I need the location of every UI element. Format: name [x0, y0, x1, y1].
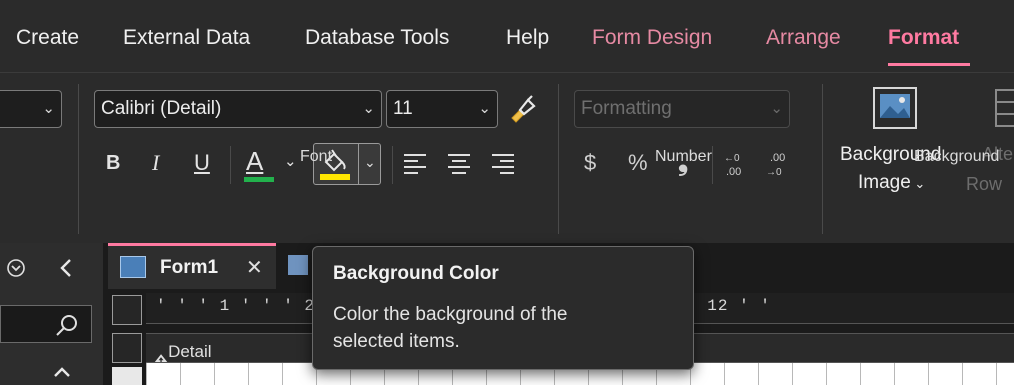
ribbon-divider — [822, 84, 823, 234]
font-name-value: Calibri (Detail) — [101, 98, 222, 119]
align-left-icon[interactable] — [402, 150, 428, 176]
menu-bar: Create External Data Database Tools Help… — [0, 0, 1014, 72]
chevron-down-icon: ⌄ — [910, 176, 926, 191]
vertical-ruler — [112, 367, 142, 385]
tab-form-design[interactable]: Form Design — [592, 26, 712, 50]
bold-button[interactable]: B — [106, 152, 120, 175]
format-painter-icon[interactable] — [506, 92, 540, 126]
chevron-down-icon: ⌄ — [42, 100, 55, 117]
search-icon[interactable] — [54, 313, 80, 339]
number-format-value: Formatting — [581, 98, 672, 119]
align-right-icon[interactable] — [490, 150, 516, 176]
chevron-down-icon: ⌄ — [478, 100, 491, 117]
background-color-tooltip: Background Color Color the background of… — [312, 246, 694, 370]
tab-form1[interactable]: Form1 ✕ — [108, 243, 276, 289]
background-image-icon[interactable] — [872, 86, 918, 130]
increase-decimals-icon[interactable]: ←0 .00 — [722, 150, 752, 178]
section-selector[interactable] — [112, 333, 142, 363]
ribbon-divider — [392, 146, 393, 184]
chevron-down-icon[interactable]: ⌄ — [284, 152, 297, 170]
decrease-decimals-icon[interactable]: .00 →0 — [764, 150, 794, 178]
svg-text:.00: .00 — [726, 166, 741, 178]
chevron-up-icon[interactable] — [52, 365, 72, 379]
tab-create[interactable]: Create — [16, 26, 79, 50]
split-divider — [358, 144, 359, 184]
tooltip-description: Color the background of the selected ite… — [333, 304, 568, 352]
font-group-label: Font — [300, 148, 333, 165]
alternate-row-color-icon[interactable] — [994, 86, 1014, 130]
number-group-label: Number — [655, 148, 712, 165]
align-center-icon[interactable] — [446, 150, 472, 176]
navigation-pane — [0, 243, 103, 385]
active-tab-indicator — [888, 63, 970, 66]
tab-database-tools[interactable]: Database Tools — [305, 26, 449, 50]
tab-format[interactable]: Format — [888, 26, 959, 50]
ribbon-divider — [712, 146, 713, 184]
form-icon — [120, 256, 146, 278]
font-color-button[interactable]: A — [246, 146, 263, 177]
ribbon-divider — [230, 146, 231, 184]
font-color-swatch — [244, 177, 274, 182]
background-image-label-line2[interactable]: Image ⌄ — [858, 172, 925, 194]
collapse-pane-icon[interactable] — [58, 257, 74, 279]
font-size-value: 11 — [393, 98, 413, 119]
ribbon-divider — [558, 84, 559, 234]
table-icon[interactable] — [288, 255, 308, 275]
svg-text:←0: ←0 — [724, 153, 740, 164]
alternate-row-label-line2[interactable]: Row — [966, 174, 1002, 195]
form-selector[interactable] — [112, 295, 142, 325]
tab-help[interactable]: Help — [506, 26, 549, 50]
underline-button[interactable]: U — [194, 150, 210, 176]
tooltip-title: Background Color — [333, 263, 499, 284]
tab-external-data[interactable]: External Data — [123, 26, 250, 50]
tab-arrange[interactable]: Arrange — [766, 26, 841, 50]
font-size-dropdown[interactable]: 11 ⌄ — [386, 90, 498, 128]
close-icon[interactable]: ✕ — [246, 255, 263, 280]
italic-button[interactable]: I — [152, 150, 159, 176]
ribbon-divider — [78, 84, 79, 234]
nav-menu-icon[interactable] — [6, 258, 26, 278]
svg-text:.00: .00 — [770, 152, 785, 164]
fill-color-swatch — [320, 174, 350, 180]
chevron-down-icon: ⌄ — [362, 100, 375, 117]
svg-text:→0: →0 — [766, 167, 782, 178]
background-group-label: Background — [914, 148, 1000, 165]
percent-button[interactable]: % — [628, 150, 648, 176]
chevron-down-icon: ⌄ — [770, 100, 783, 117]
currency-button[interactable]: $ — [584, 150, 596, 176]
chevron-down-icon[interactable]: ⌄ — [364, 154, 376, 171]
number-format-dropdown[interactable]: Formatting ⌄ — [574, 90, 790, 128]
form1-tab-label: Form1 — [160, 257, 219, 278]
object-selector-dropdown[interactable]: ⌄ — [0, 90, 62, 128]
font-name-dropdown[interactable]: Calibri (Detail) ⌄ — [94, 90, 382, 128]
